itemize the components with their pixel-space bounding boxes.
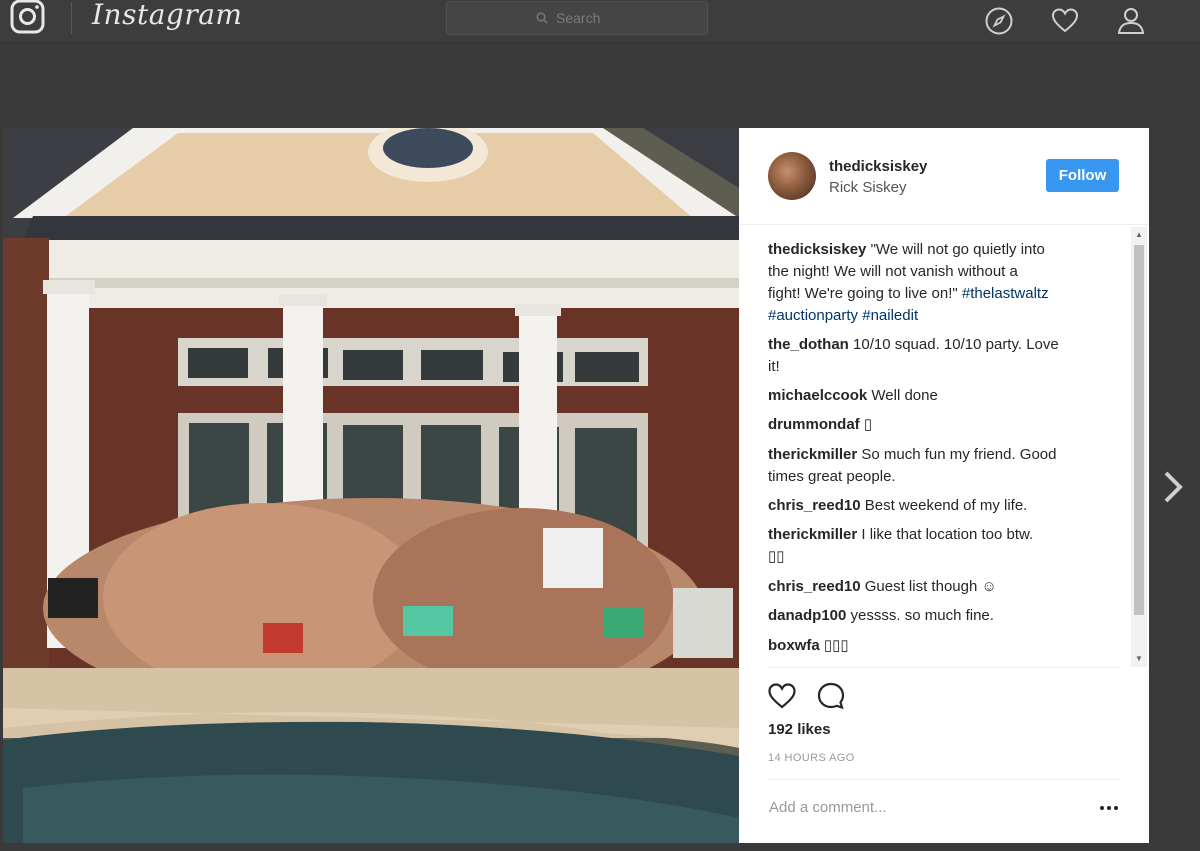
comment-item: therickmiller So much fun my friend. Goo… xyxy=(768,444,1108,488)
comment-text-continued: times great people. xyxy=(768,468,896,485)
divider xyxy=(768,667,1120,668)
comment-username[interactable]: drummondaf xyxy=(768,416,860,433)
instagram-wordmark[interactable]: Instagram xyxy=(92,0,242,31)
scroll-thumb[interactable] xyxy=(1134,245,1144,615)
comment-text: ▯ xyxy=(863,416,873,433)
comment-text-continued: it! xyxy=(768,358,780,375)
search-input[interactable] xyxy=(554,9,618,27)
comment-username[interactable]: boxwfa xyxy=(768,637,820,654)
caption-username[interactable]: thedicksiskey xyxy=(768,241,866,258)
comment-text: Well done xyxy=(871,387,938,404)
person-icon[interactable] xyxy=(1116,6,1146,36)
comments-list[interactable]: thedicksiskey "We will not go quietly in… xyxy=(739,227,1147,667)
post-username[interactable]: thedicksiskey xyxy=(829,158,927,175)
search-icon xyxy=(536,12,548,24)
comment-item: drummondaf ▯ xyxy=(768,414,1108,436)
comment-username[interactable]: michaelccook xyxy=(768,387,867,404)
comment-username[interactable]: the_dothan xyxy=(768,336,849,353)
chevron-right-icon[interactable] xyxy=(1158,465,1188,509)
comment-item: therickmiller I like that location too b… xyxy=(768,524,1108,568)
instagram-logo-icon[interactable] xyxy=(6,0,46,36)
hashtag-thelastwaltz[interactable]: #thelastwaltz xyxy=(962,285,1049,302)
pool-party-photo xyxy=(3,128,739,843)
comment-item: the_dothan 10/10 squad. 10/10 party. Lov… xyxy=(768,334,1108,378)
caption-text-1: "We will not go quietly into xyxy=(870,241,1045,258)
comment-item: michaelccook Well done xyxy=(768,385,1108,407)
search-box[interactable] xyxy=(446,1,708,35)
comment-text: ▯▯▯ xyxy=(823,637,849,654)
post-timestamp[interactable]: 14 HOURS AGO xyxy=(768,752,855,764)
post-side-panel: thedicksiskey Rick Siskey Follow thedick… xyxy=(739,128,1149,843)
comment-text: Best weekend of my life. xyxy=(864,497,1028,514)
comment-icon[interactable] xyxy=(815,680,847,712)
comment-text: 10/10 squad. 10/10 party. Love xyxy=(853,336,1059,353)
top-navigation-bar: Instagram xyxy=(0,0,1200,43)
comment-text-continued: ▯▯ xyxy=(768,548,785,565)
follow-button[interactable]: Follow xyxy=(1046,159,1119,192)
comment-username[interactable]: therickmiller xyxy=(768,446,857,463)
comment-text: So much fun my friend. Good xyxy=(861,446,1057,463)
scroll-down-icon[interactable]: ▼ xyxy=(1131,651,1147,667)
logo-divider xyxy=(71,2,72,34)
scroll-up-icon[interactable]: ▲ xyxy=(1131,227,1147,243)
compass-icon[interactable] xyxy=(984,6,1014,36)
hashtag-nailedit[interactable]: #nailedit xyxy=(862,307,918,324)
post-header: thedicksiskey Rick Siskey Follow xyxy=(739,128,1149,225)
caption: thedicksiskey "We will not go quietly in… xyxy=(768,239,1108,327)
comment-item: chris_reed10 Guest list though ☺ xyxy=(768,576,1108,598)
more-options-icon[interactable] xyxy=(1097,798,1121,818)
divider xyxy=(768,779,1120,780)
caption-text-3: fight! We're going to live on!" xyxy=(768,285,962,302)
likes-count[interactable]: 192 likes xyxy=(768,721,831,738)
heart-icon[interactable] xyxy=(1050,6,1080,36)
comment-username[interactable]: chris_reed10 xyxy=(768,497,861,514)
comment-item: danadp100 yessss. so much fine. xyxy=(768,605,1108,627)
avatar[interactable] xyxy=(768,152,816,200)
comments-scrollbar[interactable]: ▲ ▼ xyxy=(1131,227,1147,667)
like-icon[interactable] xyxy=(766,680,798,712)
comment-text: I like that location too btw. xyxy=(861,526,1034,543)
comment-item: boxwfa ▯▯▯ xyxy=(768,635,1108,657)
comment-text: yessss. so much fine. xyxy=(850,607,994,624)
comment-username[interactable]: danadp100 xyxy=(768,607,846,624)
hashtag-auctionparty[interactable]: #auctionparty xyxy=(768,307,858,324)
caption-text-2: the night! We will not vanish without a xyxy=(768,263,1018,280)
post-photo[interactable] xyxy=(3,128,739,843)
add-comment-input[interactable] xyxy=(767,798,1071,817)
comment-text: Guest list though ☺ xyxy=(864,578,997,595)
post-full-name: Rick Siskey xyxy=(829,179,907,196)
comment-item: chris_reed10 Best weekend of my life. xyxy=(768,495,1108,517)
comment-username[interactable]: therickmiller xyxy=(768,526,857,543)
comment-username[interactable]: chris_reed10 xyxy=(768,578,861,595)
